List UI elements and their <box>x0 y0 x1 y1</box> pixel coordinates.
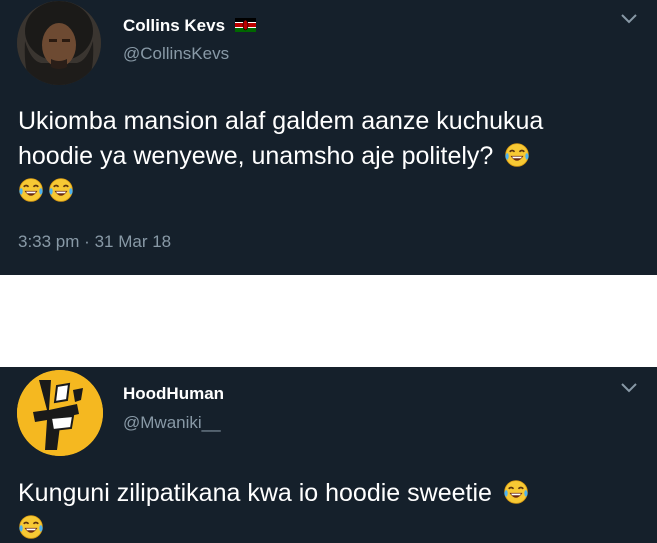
tweet-text: Ukiomba mansion alaf galdem aanze kuchuk… <box>18 104 643 209</box>
face-with-tears-of-joy-icon <box>18 177 44 203</box>
tweet-text: Kunguni zilipatikana kwa io hoodie sweet… <box>18 476 643 543</box>
user-handle[interactable]: @CollinsKevs <box>123 44 229 64</box>
user-handle[interactable]: @Mwaniki__ <box>123 413 221 433</box>
face-with-tears-of-joy-icon <box>48 177 74 203</box>
tweet-text-line: Ukiomba mansion alaf galdem aanze kuchuk… <box>18 107 544 135</box>
display-name[interactable]: Collins Kevs <box>123 16 256 36</box>
tweet-card[interactable]: Collins Kevs @CollinsKevs Ukiomba mansio… <box>0 0 657 275</box>
avatar[interactable] <box>17 370 103 456</box>
kenya-flag-icon <box>234 17 256 32</box>
face-with-tears-of-joy-icon <box>503 479 529 505</box>
display-name[interactable]: HoodHuman <box>123 384 224 404</box>
display-name-text: Collins Kevs <box>123 16 226 35</box>
separator: · <box>84 232 90 251</box>
tweet-timestamp[interactable]: 3:33 pm · 31 Mar 18 <box>18 232 171 252</box>
face-with-tears-of-joy-icon <box>504 142 530 168</box>
tweet-date: 31 Mar 18 <box>94 232 172 251</box>
avatar[interactable] <box>17 1 101 85</box>
tweet-text-line: hoodie ya wenyewe, unamsho aje politely? <box>18 142 494 170</box>
chevron-down-icon[interactable] <box>621 383 637 393</box>
chevron-down-icon[interactable] <box>621 14 637 24</box>
tweet-time: 3:33 pm <box>18 232 80 251</box>
tweet-text-line: Kunguni zilipatikana kwa io hoodie sweet… <box>18 479 492 507</box>
tweet-card[interactable]: HoodHuman @Mwaniki__ Kunguni zilipatikan… <box>0 367 657 543</box>
face-with-tears-of-joy-icon <box>18 514 44 540</box>
